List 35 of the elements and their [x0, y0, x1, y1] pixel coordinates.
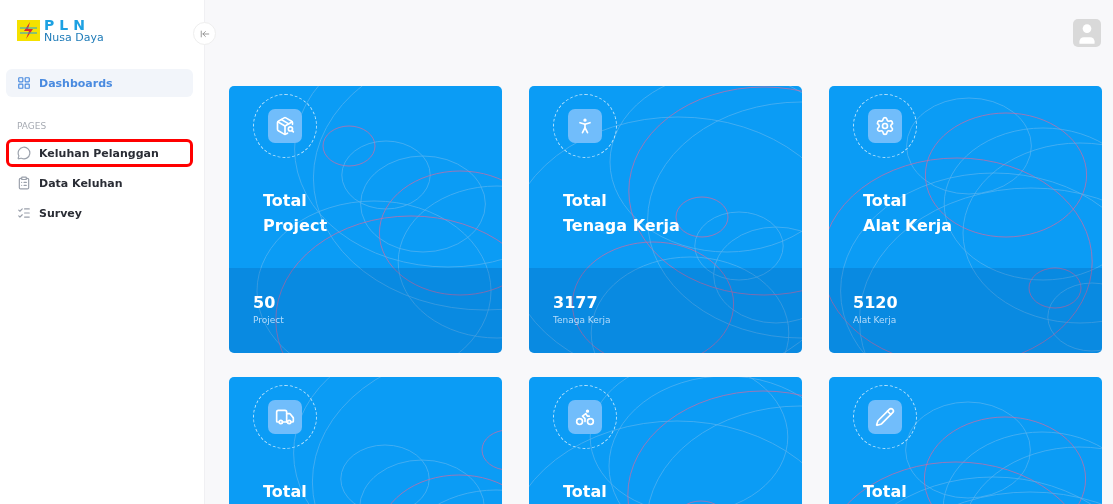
card-title: Total [263, 190, 308, 212]
search-icon [268, 109, 302, 143]
nav-item[interactable]: Keluhan Pelanggan [6, 139, 193, 167]
chat-icon [17, 146, 31, 160]
gear-icon [868, 109, 902, 143]
collapse-button[interactable] [193, 22, 216, 45]
card-title: Total [563, 190, 608, 212]
card-title: Project [263, 215, 329, 237]
card-title: Total [863, 190, 908, 212]
card-value: 3177 [553, 293, 599, 312]
card-title: Total [863, 481, 908, 503]
pencil-icon [868, 400, 902, 434]
card-title: Total [263, 481, 308, 503]
card-title: Alat Kerja [863, 215, 954, 237]
person-icon [568, 109, 602, 143]
card-unit: Alat Kerja [853, 315, 898, 325]
card-value: 50 [253, 293, 277, 312]
clipboard-icon [17, 176, 31, 190]
brand-subtitle: Nusa Daya [44, 32, 104, 43]
avatar[interactable] [1073, 19, 1101, 47]
card-value: 5120 [853, 293, 899, 312]
nav-item[interactable]: Data Keluhan [6, 169, 193, 197]
grid-icon [17, 76, 31, 90]
logo-icon [17, 20, 40, 41]
nav-item[interactable]: Survey [6, 199, 193, 227]
card-unit: Project [253, 315, 285, 325]
bicycle-icon [568, 400, 602, 434]
section-label: PAGES [17, 121, 48, 131]
collapse-icon [199, 28, 210, 39]
brand-name: PLN [44, 18, 91, 32]
checklist-icon [17, 206, 31, 220]
truck-icon [268, 400, 302, 434]
card-title: Total [563, 481, 608, 503]
card-unit: Tenaga Kerja [553, 315, 612, 325]
card-title: Tenaga Kerja [563, 215, 681, 237]
